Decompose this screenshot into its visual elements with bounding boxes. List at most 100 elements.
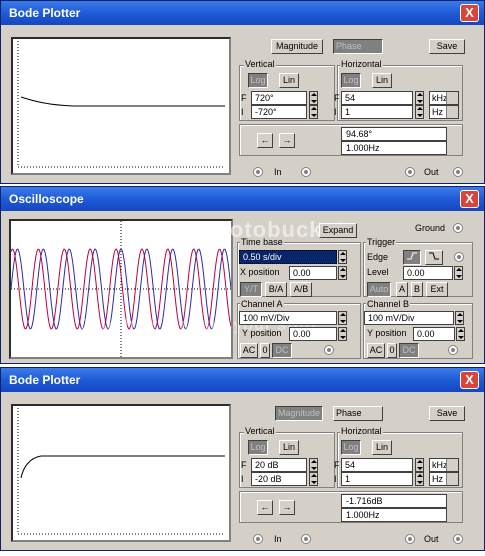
cursor-left-button[interactable]: ← bbox=[257, 133, 273, 148]
cursor-left-button[interactable]: ← bbox=[257, 500, 273, 515]
trigger-ext-button[interactable]: Ext bbox=[426, 282, 448, 297]
magnitude-button[interactable]: Magnitude bbox=[271, 39, 323, 54]
horizontal-label: Horizontal bbox=[340, 59, 383, 69]
vertical-lin-button[interactable]: Lin bbox=[279, 440, 299, 455]
channel-b-zero-button[interactable]: 0 bbox=[387, 343, 397, 358]
channel-a-zero-button[interactable]: 0 bbox=[260, 343, 270, 358]
in-terminal-plus[interactable] bbox=[301, 167, 311, 177]
horizontal-lin-button[interactable]: Lin bbox=[372, 73, 392, 88]
channel-b-ypos-spinner[interactable] bbox=[456, 327, 465, 341]
save-button[interactable]: Save bbox=[429, 406, 465, 421]
falling-edge-icon bbox=[429, 252, 439, 260]
horizontal-initial-unit-select[interactable]: Hz bbox=[429, 105, 459, 119]
horizontal-log-button[interactable]: Log bbox=[341, 440, 361, 455]
title-bar[interactable]: Oscilloscope X bbox=[1, 187, 484, 211]
trigger-a-button[interactable]: A bbox=[396, 282, 408, 297]
xposition-field[interactable]: 0.00 bbox=[289, 266, 337, 280]
ground-terminal[interactable] bbox=[453, 223, 463, 233]
expand-button[interactable]: Expand bbox=[319, 223, 357, 238]
phase-button[interactable]: Phase bbox=[333, 39, 383, 54]
trigger-terminal[interactable] bbox=[454, 252, 464, 262]
title-bar[interactable]: Bode Plotter X bbox=[1, 368, 484, 392]
horizontal-initial-field[interactable]: 1 bbox=[341, 472, 413, 486]
channel-a-scale-spinner[interactable] bbox=[338, 311, 347, 325]
horizontal-initial-unit-select[interactable]: Hz bbox=[429, 472, 459, 486]
vertical-final-spinner[interactable] bbox=[309, 458, 318, 472]
bode-plot-screen bbox=[11, 37, 231, 175]
channel-a-terminal[interactable] bbox=[324, 345, 334, 355]
channel-b-dc-button[interactable]: DC bbox=[399, 343, 419, 358]
in-label: In bbox=[274, 167, 282, 177]
vertical-lin-button[interactable]: Lin bbox=[279, 73, 299, 88]
vertical-log-button[interactable]: Log bbox=[248, 73, 268, 88]
xposition-spinner[interactable] bbox=[338, 266, 347, 280]
vertical-label: Vertical bbox=[244, 426, 276, 436]
channel-b-ac-button[interactable]: AC bbox=[367, 343, 385, 358]
channel-a-dc-button[interactable]: DC bbox=[272, 343, 292, 358]
vertical-f-label: F bbox=[241, 93, 247, 103]
phase-button[interactable]: Phase bbox=[333, 406, 383, 421]
horizontal-log-button[interactable]: Log bbox=[341, 73, 361, 88]
title-bar[interactable]: Bode Plotter X bbox=[1, 1, 484, 25]
horizontal-final-unit-select[interactable]: kHz bbox=[429, 458, 459, 472]
horizontal-final-field[interactable]: 54 bbox=[341, 458, 413, 472]
yt-mode-button[interactable]: Y/T bbox=[240, 282, 262, 297]
close-button[interactable]: X bbox=[460, 4, 479, 22]
horizontal-label: Horizontal bbox=[340, 426, 383, 436]
in-terminal-plus[interactable] bbox=[301, 534, 311, 544]
in-terminal-minus[interactable] bbox=[253, 534, 263, 544]
ba-mode-button[interactable]: B/A bbox=[265, 282, 287, 297]
readout-frequency: 1.000Hz bbox=[341, 141, 447, 155]
horizontal-final-field[interactable]: 54 bbox=[341, 91, 413, 105]
level-field[interactable]: 0.00 bbox=[403, 266, 453, 280]
bode-magnitude-curve bbox=[17, 408, 225, 535]
edge-label: Edge bbox=[367, 252, 389, 262]
timebase-spinner[interactable] bbox=[338, 250, 347, 264]
horizontal-final-unit-select[interactable]: kHz bbox=[429, 91, 459, 105]
xposition-label: X position bbox=[240, 267, 280, 277]
out-terminal-minus[interactable] bbox=[405, 167, 415, 177]
horizontal-initial-field[interactable]: 1 bbox=[341, 105, 413, 119]
channel-a-ypos-field[interactable]: 0.00 bbox=[289, 327, 337, 341]
out-terminal-plus[interactable] bbox=[453, 534, 463, 544]
horizontal-final-spinner[interactable] bbox=[415, 91, 424, 105]
out-terminal-plus[interactable] bbox=[453, 167, 463, 177]
vertical-final-field[interactable]: 720° bbox=[251, 91, 307, 105]
vertical-final-field[interactable]: 20 dB bbox=[251, 458, 307, 472]
rising-edge-button[interactable] bbox=[403, 250, 421, 265]
channel-b-scale-spinner[interactable] bbox=[455, 311, 464, 325]
magnitude-button[interactable]: Magnitude bbox=[275, 406, 323, 421]
vertical-initial-spinner[interactable] bbox=[309, 472, 318, 486]
channel-a-ac-button[interactable]: AC bbox=[240, 343, 258, 358]
vertical-initial-field[interactable]: -720° bbox=[251, 105, 307, 119]
falling-edge-button[interactable] bbox=[425, 250, 443, 265]
channel-a-scale-field[interactable]: 100 mV/Div bbox=[239, 311, 337, 325]
horizontal-initial-spinner[interactable] bbox=[415, 105, 424, 119]
vertical-initial-spinner[interactable] bbox=[309, 105, 318, 119]
timebase-field[interactable]: 0.50 s/div bbox=[239, 250, 337, 264]
cursor-right-button[interactable]: → bbox=[279, 500, 295, 515]
close-button[interactable]: X bbox=[460, 371, 479, 389]
channel-b-scale-field[interactable]: 100 mV/Div bbox=[364, 311, 454, 325]
out-terminal-minus[interactable] bbox=[405, 534, 415, 544]
horizontal-initial-spinner[interactable] bbox=[415, 472, 424, 486]
close-button[interactable]: X bbox=[460, 190, 479, 208]
level-spinner[interactable] bbox=[454, 266, 463, 280]
ab-mode-button[interactable]: A/B bbox=[290, 282, 312, 297]
vertical-final-spinner[interactable] bbox=[309, 91, 318, 105]
channel-a-ypos-spinner[interactable] bbox=[338, 327, 347, 341]
window-title: Bode Plotter bbox=[9, 373, 81, 387]
cursor-right-button[interactable]: → bbox=[279, 133, 295, 148]
vertical-initial-field[interactable]: -20 dB bbox=[251, 472, 307, 486]
trigger-auto-button[interactable]: Auto bbox=[367, 282, 391, 297]
oscilloscope-traces bbox=[10, 221, 232, 357]
trigger-b-button[interactable]: B bbox=[411, 282, 423, 297]
horizontal-lin-button[interactable]: Lin bbox=[372, 440, 392, 455]
channel-b-label: Channel B bbox=[366, 299, 411, 309]
in-terminal-minus[interactable] bbox=[253, 167, 263, 177]
channel-b-ypos-field[interactable]: 0.00 bbox=[413, 327, 455, 341]
channel-b-terminal[interactable] bbox=[448, 345, 458, 355]
vertical-log-button[interactable]: Log bbox=[248, 440, 268, 455]
save-button[interactable]: Save bbox=[429, 39, 465, 54]
horizontal-final-spinner[interactable] bbox=[415, 458, 424, 472]
